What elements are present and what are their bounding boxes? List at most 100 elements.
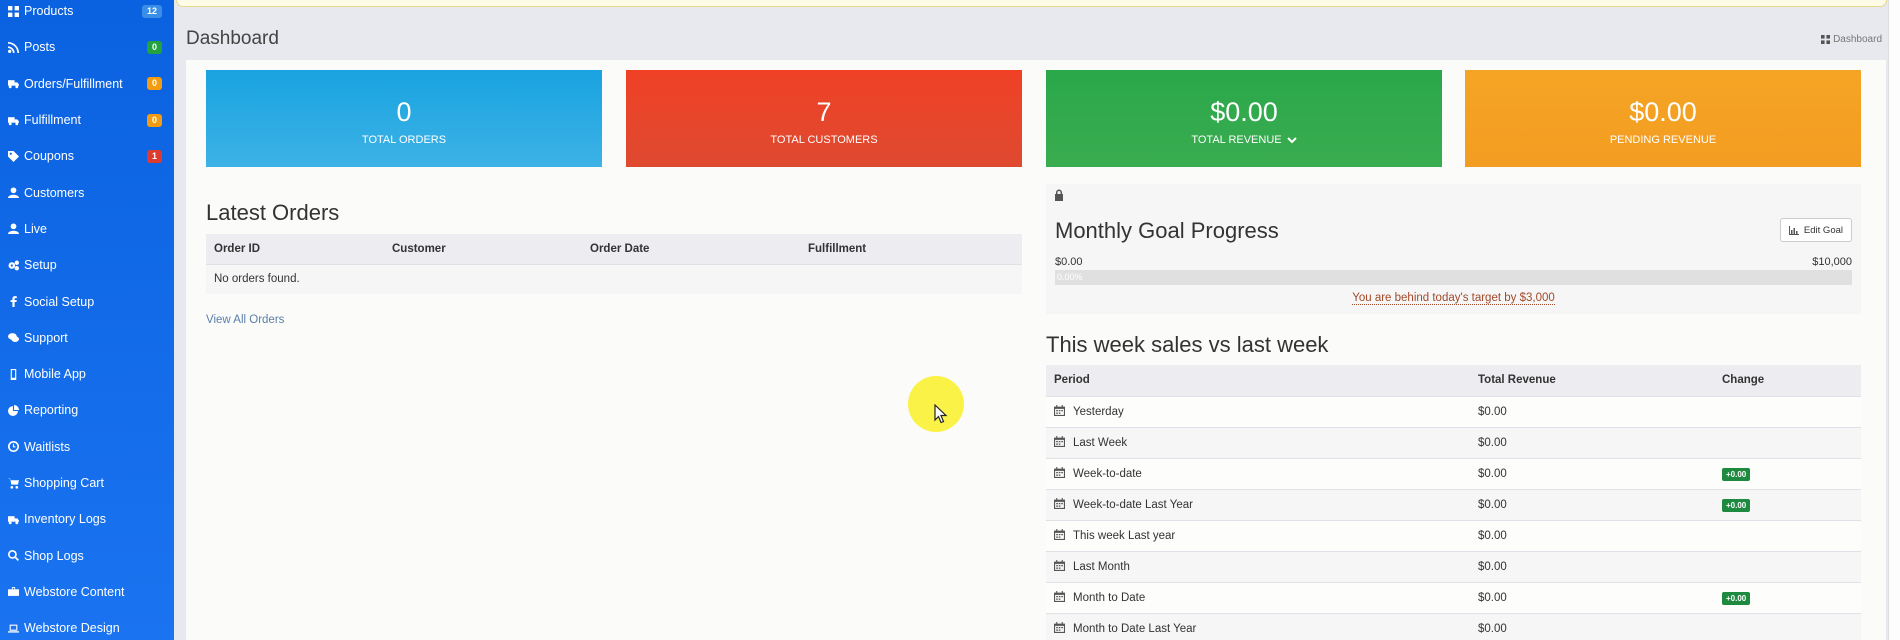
stat-total-customers[interactable]: 7 TOTAL CUSTOMERS bbox=[626, 70, 1022, 167]
stat-value: 0 bbox=[396, 97, 412, 127]
empty-message: No orders found. bbox=[206, 263, 1022, 294]
sidebar-item-posts[interactable]: Posts 0 bbox=[0, 29, 174, 65]
column-header[interactable]: Fulfillment bbox=[800, 234, 1022, 264]
sidebar-item-label: Fulfillment bbox=[24, 113, 81, 128]
column-header[interactable]: Change bbox=[1714, 365, 1861, 396]
change-badge: +0.00 bbox=[1722, 498, 1751, 512]
count-badge: 12 bbox=[141, 4, 162, 18]
calendar-icon bbox=[1054, 560, 1065, 571]
sidebar-item-label: Social Setup bbox=[24, 294, 95, 309]
page-title: Dashboard bbox=[186, 28, 279, 49]
chat-icon bbox=[6, 331, 20, 345]
sidebar-item-setup[interactable]: Setup bbox=[0, 247, 174, 283]
sidebar-item-social-setup[interactable]: Social Setup bbox=[0, 283, 174, 319]
period-label: Yesterday bbox=[1073, 406, 1124, 418]
sidebar-item-mobile-app[interactable]: Mobile App bbox=[0, 356, 174, 392]
sidebar-item-shop-logs[interactable]: Shop Logs bbox=[0, 537, 174, 573]
column-header[interactable]: Order ID bbox=[206, 234, 384, 264]
sales-table: Period Total Revenue Change Yesterday $0… bbox=[1046, 365, 1861, 640]
goal-max: $10,000 bbox=[1812, 256, 1852, 268]
stat-label: TOTAL ORDERS bbox=[361, 134, 447, 146]
clock-icon bbox=[6, 440, 20, 454]
calendar-icon bbox=[1054, 591, 1065, 602]
sidebar-item-webstore-content[interactable]: Webstore Content bbox=[0, 574, 174, 610]
grid-icon bbox=[6, 4, 20, 18]
sidebar-item-waitlists[interactable]: Waitlists bbox=[0, 429, 174, 465]
change-cell: +0.00 bbox=[1714, 581, 1861, 613]
behind-target-text[interactable]: You are behind today's target by $3,000 bbox=[1352, 292, 1555, 305]
stat-label: TOTAL REVENUE bbox=[1191, 134, 1282, 146]
period-label: Last Month bbox=[1073, 561, 1130, 573]
stat-pending-revenue[interactable]: $0.00 PENDING REVENUE bbox=[1465, 70, 1861, 167]
stat-value: $0.00 bbox=[1210, 97, 1278, 127]
period-label: Week-to-date Last Year bbox=[1073, 499, 1193, 511]
change-badge: +0.00 bbox=[1722, 591, 1751, 605]
change-cell bbox=[1714, 395, 1861, 427]
breadcrumb[interactable]: Dashboard bbox=[1821, 34, 1882, 45]
sidebar-item-products[interactable]: Products 12 bbox=[0, 0, 174, 29]
period-label: Last Week bbox=[1073, 437, 1128, 449]
monthly-goal-panel: Monthly Goal Progress Edit Goal $0.00 $1… bbox=[1046, 184, 1861, 314]
sidebar-item-label: Mobile App bbox=[24, 367, 86, 382]
sidebar-item-support[interactable]: Support bbox=[0, 320, 174, 356]
edit-goal-button[interactable]: Edit Goal bbox=[1779, 218, 1852, 242]
change-badge: +0.00 bbox=[1722, 467, 1751, 481]
change-cell: +0.00 bbox=[1714, 488, 1861, 520]
sidebar-item-label: Shopping Cart bbox=[24, 476, 104, 490]
sidebar-item-fulfillment[interactable]: Fulfillment 0 bbox=[0, 102, 174, 138]
revenue-cell: $0.00 bbox=[1470, 395, 1714, 427]
view-all-orders-link[interactable]: View All Orders bbox=[206, 314, 284, 326]
week-sales-title: This week sales vs last week bbox=[1046, 332, 1329, 357]
table-row: No orders found. bbox=[206, 263, 1022, 294]
table-row: Week-to-date Last Year $0.00 +0.00 bbox=[1046, 488, 1861, 520]
column-header[interactable]: Total Revenue bbox=[1470, 365, 1714, 396]
change-cell bbox=[1714, 426, 1861, 458]
period-label: Week-to-date bbox=[1073, 468, 1142, 480]
cart-icon bbox=[6, 476, 20, 490]
user-icon bbox=[6, 222, 20, 236]
sidebar-item-live[interactable]: Live bbox=[0, 211, 174, 247]
sidebar-item-inventory-logs[interactable]: Inventory Logs bbox=[0, 501, 174, 537]
calendar-icon bbox=[1054, 436, 1065, 447]
column-header[interactable]: Period bbox=[1046, 365, 1470, 396]
edit-goal-label: Edit Goal bbox=[1803, 224, 1843, 236]
sidebar-item-label: Orders/Fulfillment bbox=[24, 76, 123, 91]
column-header[interactable]: Order Date bbox=[582, 234, 800, 264]
stat-total-revenue[interactable]: $0.00 TOTAL REVENUE bbox=[1046, 70, 1442, 167]
sidebar-item-webstore-design[interactable]: Webstore Design bbox=[0, 610, 174, 640]
scrollbar[interactable] bbox=[1888, 0, 1900, 640]
sidebar-item-label: Setup bbox=[24, 258, 57, 273]
sidebar-item-label: Inventory Logs bbox=[24, 512, 106, 527]
goal-progress-label: 0.00% bbox=[1057, 272, 1083, 282]
sidebar-item-shopping-cart[interactable]: Shopping Cart bbox=[0, 465, 174, 501]
sidebar-item-coupons[interactable]: Coupons 1 bbox=[0, 138, 174, 174]
table-header-row: Period Total Revenue Change bbox=[1046, 365, 1861, 396]
sidebar-item-customers[interactable]: Customers bbox=[0, 174, 174, 210]
lock-icon[interactable] bbox=[1054, 188, 1064, 201]
calendar-icon bbox=[1054, 405, 1065, 416]
revenue-cell: $0.00 bbox=[1470, 488, 1714, 520]
briefcase-icon bbox=[6, 585, 20, 599]
tag-icon bbox=[6, 149, 20, 163]
table-row: Month to Date $0.00 +0.00 bbox=[1046, 581, 1861, 613]
notice-bar bbox=[176, 0, 1887, 7]
sidebar-item-label: Webstore Design bbox=[24, 621, 120, 636]
stat-total-orders[interactable]: 0 TOTAL ORDERS bbox=[206, 70, 602, 167]
sidebar-item-label: Products bbox=[24, 4, 74, 19]
gears-icon bbox=[6, 258, 20, 272]
chevron-down-icon[interactable] bbox=[1286, 135, 1297, 145]
table-row: Month to Date Last Year $0.00 bbox=[1046, 612, 1861, 640]
truck-icon bbox=[6, 113, 20, 127]
sidebar-item-label: Live bbox=[24, 221, 47, 236]
sidebar-item-label: Coupons bbox=[24, 149, 75, 164]
sidebar-item-orders-fulfillment[interactable]: Orders/Fulfillment 0 bbox=[0, 66, 174, 102]
sidebar-item-reporting[interactable]: Reporting bbox=[0, 392, 174, 428]
column-header[interactable]: Customer bbox=[384, 234, 582, 264]
goal-title: Monthly Goal Progress bbox=[1055, 218, 1279, 243]
sidebar-item-label: Webstore Content bbox=[24, 584, 125, 599]
table-row: Last Month $0.00 bbox=[1046, 550, 1861, 582]
stat-label: TOTAL CUSTOMERS bbox=[770, 134, 878, 146]
count-badge: 0 bbox=[146, 77, 162, 91]
revenue-cell: $0.00 bbox=[1470, 550, 1714, 582]
change-cell bbox=[1714, 550, 1861, 582]
